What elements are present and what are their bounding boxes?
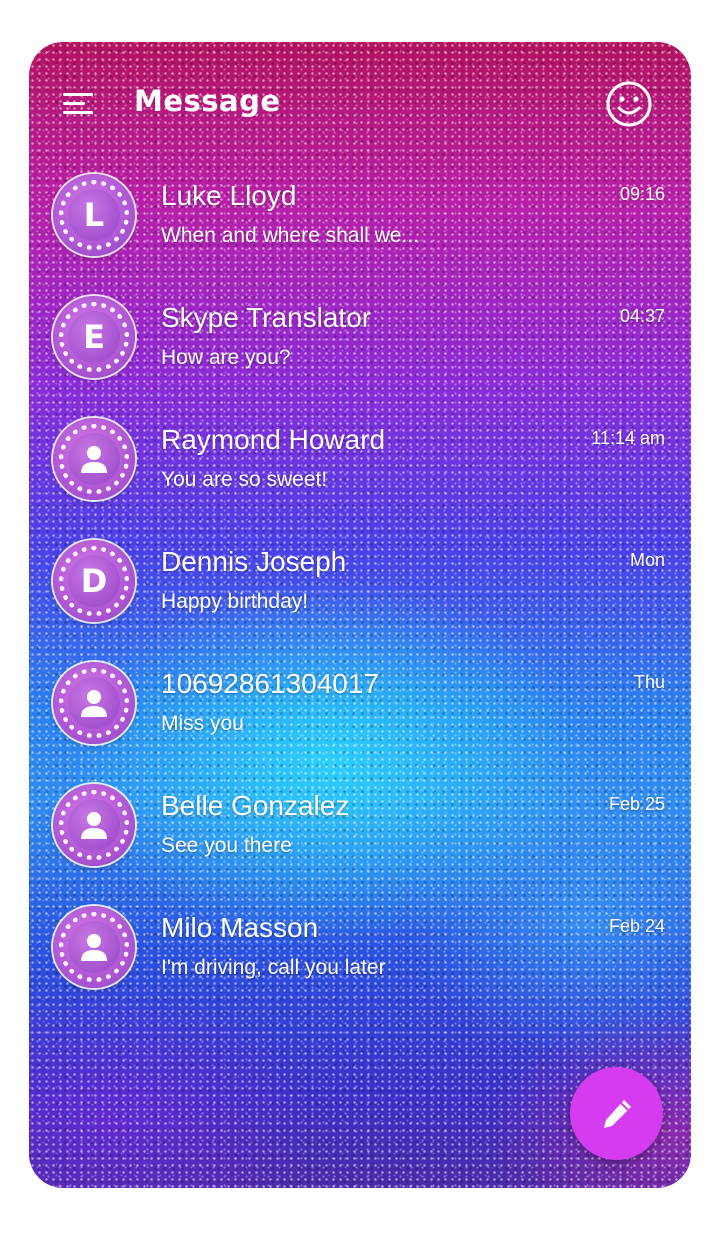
conversation-row[interactable]: Milo Masson I'm driving, call you later … — [29, 902, 691, 1024]
conversation-row[interactable]: Belle Gonzalez See you there Feb 25 — [29, 780, 691, 902]
contact-name: 10692861304017 — [161, 668, 380, 699]
conversation-row[interactable]: Raymond Howard You are so sweet! 11:14 a… — [29, 414, 691, 536]
conversation-row[interactable]: D Dennis Joseph Happy birthday! Mon — [29, 536, 691, 658]
smiley-icon[interactable] — [605, 80, 653, 128]
app-header: Message — [29, 42, 691, 167]
message-time: 04:37 — [619, 306, 665, 326]
avatar: L — [53, 174, 135, 256]
contact-name: Dennis Joseph — [161, 546, 347, 577]
message-time: Mon — [629, 550, 665, 570]
avatar: D — [53, 540, 135, 622]
message-time: Feb 25 — [608, 794, 665, 814]
conversation-row[interactable]: E Skype Translator How are you? 04:37 — [29, 292, 691, 414]
page-title: Message — [134, 84, 281, 118]
avatar-letter: L — [83, 196, 105, 234]
person-icon — [81, 934, 107, 961]
person-icon — [81, 812, 107, 839]
avatar — [53, 784, 135, 866]
pencil-icon — [603, 1099, 631, 1128]
conversation-row[interactable]: L Luke Lloyd When and where shall we... … — [29, 170, 691, 292]
avatar: E — [53, 296, 135, 378]
message-preview: See you there — [161, 834, 292, 857]
avatar — [53, 418, 135, 500]
contact-name: Raymond Howard — [161, 424, 386, 455]
message-time: 11:14 am — [591, 428, 665, 448]
menu-icon[interactable] — [63, 90, 95, 116]
person-icon — [81, 446, 107, 473]
message-preview: Miss you — [161, 712, 244, 735]
message-time: Feb 24 — [608, 916, 665, 936]
message-time: 09:16 — [619, 184, 665, 204]
avatar — [53, 662, 135, 744]
message-preview: When and where shall we... — [161, 224, 419, 247]
message-preview: How are you? — [161, 346, 291, 369]
avatar — [53, 906, 135, 988]
message-time: Thu — [633, 672, 665, 692]
avatar-letter: D — [80, 562, 108, 600]
contact-name: Milo Masson — [161, 912, 319, 943]
conversation-row[interactable]: 10692861304017 Miss you Thu — [29, 658, 691, 780]
person-icon — [81, 690, 107, 717]
message-preview: I'm driving, call you later — [161, 956, 386, 979]
message-preview: Happy birthday! — [161, 590, 309, 613]
contact-name: Belle Gonzalez — [161, 790, 350, 821]
phone-screen: Message L Luke Lloyd When and where shal… — [29, 42, 691, 1188]
message-preview: You are so sweet! — [161, 468, 328, 491]
compose-button[interactable] — [570, 1067, 663, 1160]
contact-name: Luke Lloyd — [161, 180, 297, 211]
avatar-letter: E — [83, 318, 105, 356]
contact-name: Skype Translator — [161, 302, 372, 333]
conversation-list: L Luke Lloyd When and where shall we... … — [29, 170, 691, 1024]
